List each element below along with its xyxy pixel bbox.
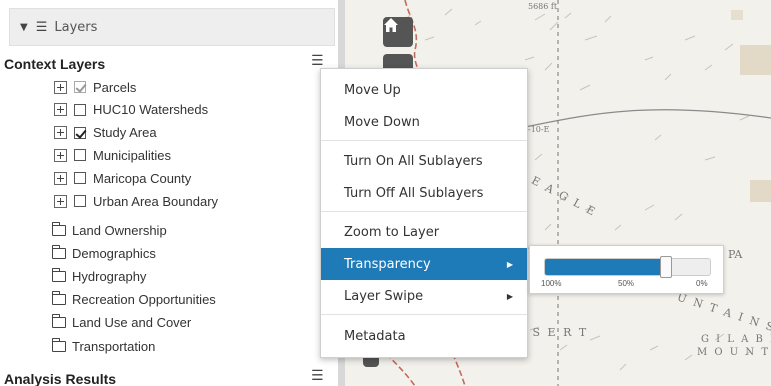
layer-label: Parcels [93, 79, 137, 95]
menu-item-label: Transparency [344, 256, 431, 272]
tick-label-0: 0% [696, 279, 708, 288]
layer-folder-row[interactable]: Land Use and Cover [52, 313, 191, 333]
expand-icon[interactable] [54, 126, 67, 140]
folder-icon [52, 314, 66, 329]
collapse-caret-icon[interactable]: ▼ [20, 22, 28, 33]
layer-visibility-checkbox[interactable] [74, 103, 86, 116]
folder-label: Demographics [72, 245, 156, 261]
folder-label: Recreation Opportunities [72, 292, 216, 308]
transparency-slider-popup: 100% 50% 0% [529, 245, 724, 294]
context-layers-title: Context Layers [4, 56, 106, 72]
layer-visibility-checkbox[interactable] [74, 149, 86, 162]
folder-icon [52, 244, 66, 259]
folder-label: Land Use and Cover [72, 315, 192, 331]
pa-label: PA [728, 248, 743, 261]
menu-item-label: Layer Swipe [344, 288, 424, 304]
menu-item-label: Turn Off All Sublayers [344, 185, 484, 201]
transparency-slider-handle[interactable] [659, 256, 672, 278]
transparency-item[interactable]: Transparency ▶ [321, 248, 527, 280]
layer-visibility-checkbox[interactable] [74, 195, 86, 207]
context-layer-row[interactable]: HUC10 Watersheds [54, 100, 208, 120]
analysis-results-title: Analysis Results [4, 371, 117, 386]
folder-icon [52, 221, 66, 236]
layer-panel: ▼ ☰ Layers Context Layers ☰ Parcels HUC10… [0, 0, 345, 386]
layer-folder-row[interactable]: Recreation Opportunities [52, 290, 216, 310]
menu-divider [321, 140, 527, 141]
elevation-label: 5686 ft [528, 2, 558, 11]
layer-visibility-checkbox[interactable] [74, 81, 86, 93]
layer-swipe-item[interactable]: Layer Swipe ▶ [321, 280, 527, 312]
menu-divider [321, 211, 527, 212]
tick-label-50: 50% [618, 279, 635, 288]
context-layer-row[interactable]: Maricopa County [54, 168, 191, 188]
context-layer-row[interactable]: Municipalities [54, 145, 171, 165]
metadata-item[interactable]: Metadata [321, 320, 527, 352]
submenu-arrow-icon: ▶ [506, 259, 513, 269]
move-down-item[interactable]: Move Down [321, 106, 527, 138]
menu-divider [321, 314, 527, 315]
layer-folder-row[interactable]: Transportation [52, 336, 155, 356]
mountains-label-2: M O U N T A I [697, 347, 771, 358]
folder-label: Land Ownership [72, 222, 167, 238]
layer-context-menu: Move Up Move Down Turn On All Sublayers Tur… [320, 68, 528, 358]
expand-icon[interactable] [54, 194, 67, 208]
turn-off-all-sublayers-item[interactable]: Turn Off All Sublayers [321, 177, 527, 209]
menu-item-label: Zoom to Layer [344, 224, 440, 240]
context-layer-row[interactable]: Parcels [54, 77, 136, 97]
layer-folder-row[interactable]: Demographics [52, 243, 156, 263]
layer-label: Urban Area Boundary [93, 193, 219, 209]
expand-icon[interactable] [54, 80, 67, 94]
road-label: -10-E [528, 125, 550, 134]
layers-title: Layers [54, 19, 98, 35]
move-up-item[interactable]: Move Up [321, 74, 527, 106]
expand-icon[interactable] [54, 148, 67, 162]
folder-label: Hydrography [72, 268, 147, 284]
layer-folder-row[interactable]: Hydrography [52, 266, 146, 286]
transparency-slider-track[interactable] [544, 258, 711, 276]
folder-label: Transportation [72, 338, 156, 354]
context-layer-row[interactable]: Urban Area Boundary [54, 191, 218, 211]
menu-item-label: Move Down [344, 114, 420, 130]
menu-item-label: Move Up [344, 82, 401, 98]
zoom-to-layer-item[interactable]: Zoom to Layer [321, 216, 527, 248]
folder-icon [52, 267, 66, 282]
layer-visibility-checkbox[interactable] [74, 172, 86, 185]
expand-icon[interactable] [54, 171, 67, 185]
layer-label: Study Area [93, 125, 157, 141]
transparency-slider-fill [545, 259, 667, 275]
layer-label: HUC10 Watersheds [93, 102, 209, 118]
context-layer-row[interactable]: Study Area [54, 123, 157, 143]
layers-panel-header[interactable]: ▼ ☰ Layers [9, 8, 335, 46]
layer-list-icon: ☰ [35, 19, 48, 35]
tick-label-100: 100% [541, 279, 562, 288]
submenu-arrow-icon: ▶ [506, 291, 513, 301]
folder-icon [52, 291, 66, 306]
home-button[interactable] [383, 17, 413, 47]
home-icon [384, 18, 398, 32]
turn-on-all-sublayers-item[interactable]: Turn On All Sublayers [321, 145, 527, 177]
analysis-results-menu-icon[interactable]: ☰ [311, 368, 324, 384]
layer-label: Municipalities [93, 147, 172, 163]
layer-label: Maricopa County [93, 170, 192, 186]
layer-visibility-checkbox[interactable] [74, 126, 86, 139]
locate-button[interactable] [383, 54, 413, 68]
folder-icon [52, 337, 66, 352]
menu-item-label: Metadata [344, 328, 406, 344]
context-layers-menu-icon[interactable]: ☰ [311, 53, 324, 69]
gila-bend-label: G I L A B E N [701, 334, 771, 345]
layer-folder-row[interactable]: Land Ownership [52, 220, 167, 240]
menu-item-label: Turn On All Sublayers [344, 153, 483, 169]
expand-icon[interactable] [54, 103, 67, 117]
